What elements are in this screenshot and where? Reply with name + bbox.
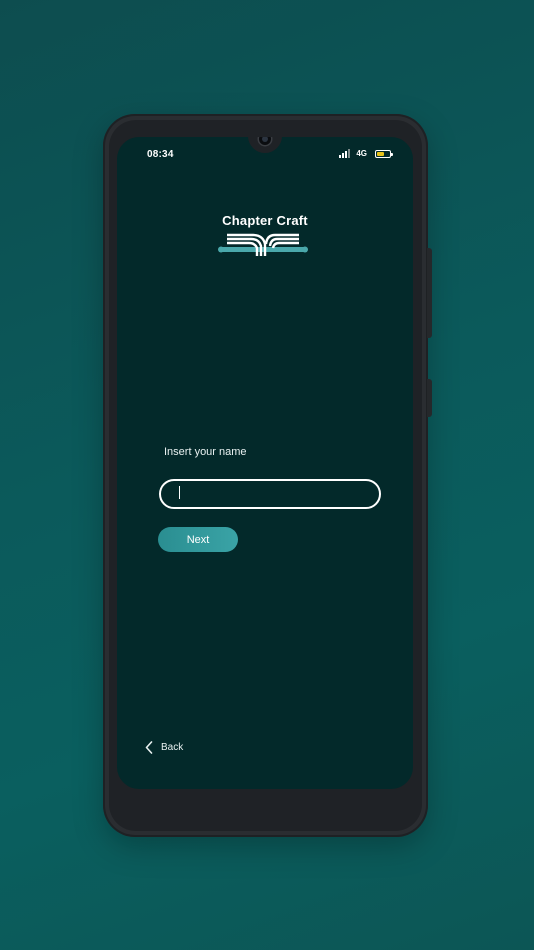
chevron-left-icon <box>145 741 153 754</box>
status-time: 08:34 <box>147 149 174 160</box>
text-caret <box>179 486 180 499</box>
network-type: 4G <box>356 149 367 158</box>
app-screen: 08:34 4G Chapter Craft Insert your name … <box>117 137 413 789</box>
volume-button <box>427 248 432 338</box>
power-button <box>427 379 432 417</box>
back-label: Back <box>161 742 184 753</box>
back-button[interactable]: Back <box>145 741 183 754</box>
name-label: Insert your name <box>164 446 247 458</box>
open-book-logo-icon <box>218 233 308 256</box>
signal-icon <box>339 149 351 158</box>
name-input[interactable] <box>159 479 381 509</box>
next-button[interactable]: Next <box>158 527 238 552</box>
battery-icon <box>375 149 393 158</box>
app-title: Chapter Craft <box>222 213 308 228</box>
phone-chin <box>117 789 413 825</box>
battery-level <box>377 151 384 156</box>
status-indicators: 4G <box>339 149 393 158</box>
